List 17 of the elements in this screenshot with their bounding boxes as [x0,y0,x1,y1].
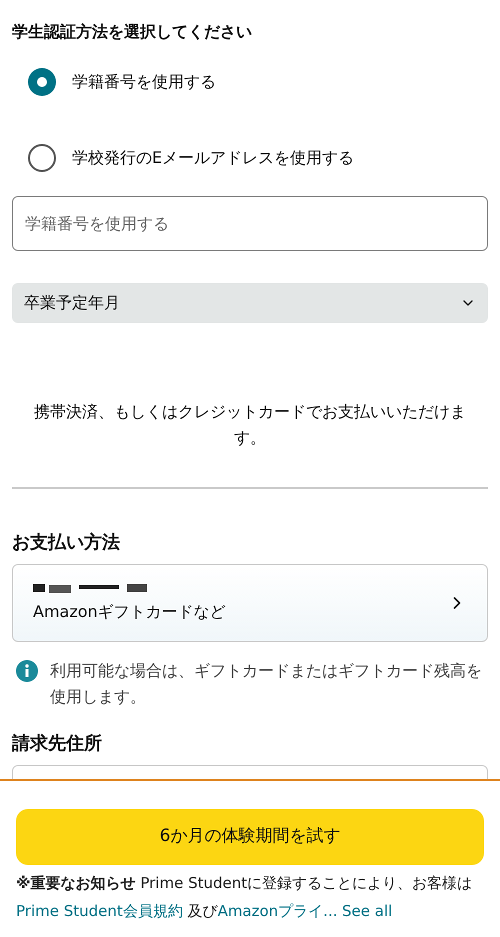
notice-text: ※重要なお知らせ Prime Studentに登録することにより、お客様は Prime Student会員規約 及びAmazonプライ... See all [16,873,474,922]
terms-link[interactable]: Prime Student会員規約 [16,902,183,920]
radio-option[interactable]: 学校発行のEメールアドレスを使用する [12,120,488,196]
info-text: 利用可能な場合は、ギフトカードまたはギフトカード残高を使用します。 [50,660,483,708]
graduation-select[interactable]: 卒業予定年月 [12,283,488,323]
section-title: 学生認証方法を選択してください [12,21,253,43]
student-id-field[interactable]: 学籍番号を使用する [12,196,488,251]
radio-option[interactable]: 学籍番号を使用する [12,44,488,120]
trial-button[interactable]: 6か月の体験期間を試す [16,809,484,865]
payment-method: Amazonギフトカードなど [33,601,226,623]
payment-note: 携帯決済、もしくはクレジットカードでお支払いいただけます。 [33,401,467,449]
payment-method-card[interactable]: Amazonギフトカードなど [12,564,488,642]
section-heading: お支払い方法 [12,531,121,555]
info-icon [16,660,38,682]
terms-link[interactable]: See all [342,902,392,920]
section-heading: 請求先住所 [12,732,103,756]
terms-link[interactable]: Amazonプライ... [218,902,338,920]
